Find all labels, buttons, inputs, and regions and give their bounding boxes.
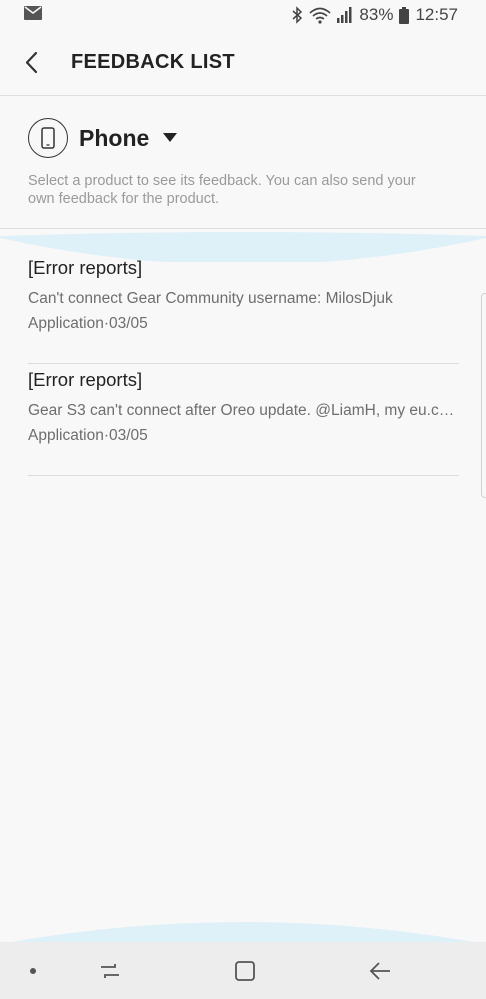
mail-icon	[24, 6, 42, 25]
item-summary: Gear S3 can't connect after Oreo update.…	[28, 402, 459, 419]
item-category: [Error reports]	[28, 369, 143, 390]
feedback-list: [Error reports] Can't connect Gear Commu…	[28, 252, 459, 476]
back-icon[interactable]	[366, 956, 396, 986]
list-item[interactable]: [Error reports] Gear S3 can't connect af…	[28, 364, 459, 476]
page-title: FEEDBACK LIST	[71, 51, 235, 73]
status-bar: 83% 12:57	[0, 0, 486, 32]
recents-icon[interactable]	[95, 956, 125, 986]
list-item[interactable]: [Error reports] Can't connect Gear Commu…	[28, 252, 459, 364]
item-category: [Error reports]	[28, 257, 143, 278]
item-meta: Application·03/05	[28, 427, 148, 444]
item-summary: Can't connect Gear Community username: M…	[28, 290, 393, 307]
battery-icon	[399, 6, 410, 24]
clock: 12:57	[415, 5, 458, 24]
dropdown-arrow-icon	[163, 129, 178, 147]
item-meta: Application·03/05	[28, 315, 148, 332]
bluetooth-icon	[291, 6, 303, 24]
phone-icon	[28, 118, 68, 158]
wave-decoration-bottom	[0, 922, 486, 944]
wifi-icon	[309, 7, 331, 24]
signal-icon	[337, 7, 353, 23]
back-arrow-icon[interactable]	[18, 48, 48, 78]
product-selector[interactable]: Phone	[28, 117, 178, 159]
battery-percent: 83%	[359, 5, 394, 24]
home-icon[interactable]	[230, 956, 260, 986]
navigation-bar	[0, 942, 486, 999]
scroll-handle[interactable]	[481, 293, 486, 498]
product-name: Phone	[79, 124, 150, 151]
dot-indicator-icon[interactable]	[20, 956, 50, 986]
section-divider	[0, 228, 486, 229]
helper-text: Select a product to see its feedback. Yo…	[28, 173, 416, 207]
app-bar: FEEDBACK LIST	[0, 32, 486, 96]
